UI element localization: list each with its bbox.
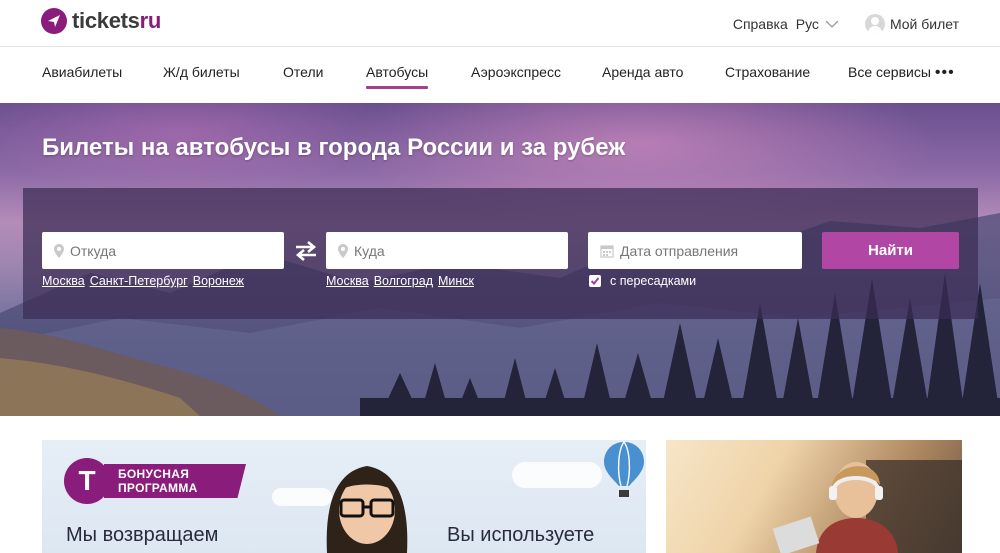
promo-text-right: Вы используете bbox=[447, 524, 595, 546]
checkmark-icon bbox=[590, 277, 600, 285]
date-field[interactable]: Дата отправления bbox=[588, 232, 802, 269]
language-selector[interactable]: Рус bbox=[796, 16, 839, 32]
search-panel: Откуда Куда Дата отправления Найти Москв… bbox=[23, 188, 978, 319]
nav-item-all-services[interactable]: Все сервисы ••• bbox=[848, 64, 955, 82]
top-bar: ticketsru Справка Рус Мой билет bbox=[0, 0, 1000, 47]
logo[interactable]: ticketsru bbox=[41, 8, 161, 34]
location-pin-icon bbox=[54, 243, 64, 258]
chevron-down-icon bbox=[825, 20, 839, 28]
swap-arrows-icon[interactable] bbox=[293, 240, 319, 262]
from-quick-links: Москва Санкт-Петербург Воронеж bbox=[42, 274, 244, 288]
nav-item-flights[interactable]: Авиабилеты bbox=[42, 64, 122, 80]
transfers-label: с пересадками bbox=[610, 274, 697, 288]
to-placeholder: Куда bbox=[354, 242, 385, 259]
cloud-shape bbox=[512, 462, 602, 488]
hero-banner: Билеты на автобусы в города России и за … bbox=[0, 103, 1000, 416]
from-quick-link[interactable]: Санкт-Петербург bbox=[90, 274, 188, 288]
from-quick-link[interactable]: Воронеж bbox=[193, 274, 244, 288]
help-link[interactable]: Справка bbox=[733, 16, 788, 32]
badge-line1: БОНУСНАЯ bbox=[118, 467, 190, 481]
main-nav: Авиабилеты Ж/д билеты Отели Автобусы Аэр… bbox=[0, 48, 1000, 103]
nav-item-aeroexpress[interactable]: Аэроэкспресс bbox=[471, 64, 561, 80]
bonus-program-tag: БОНУСНАЯ ПРОГРАММА bbox=[104, 464, 246, 498]
to-field[interactable]: Куда bbox=[326, 232, 568, 269]
search-button[interactable]: Найти bbox=[822, 232, 959, 269]
bonus-program-badge: БОНУСНАЯ ПРОГРАММА T bbox=[64, 458, 246, 504]
account-link[interactable]: Мой билет bbox=[864, 13, 959, 34]
nav-item-car-rental[interactable]: Аренда авто bbox=[602, 64, 683, 80]
to-quick-link[interactable]: Минск bbox=[438, 274, 474, 288]
to-quick-link[interactable]: Волгоград bbox=[374, 274, 433, 288]
logo-text: ticketsru bbox=[72, 8, 162, 33]
all-services-label: Все сервисы bbox=[848, 64, 931, 80]
promo-text-left: Мы возвращаем bbox=[66, 524, 219, 546]
travel-photo-card[interactable] bbox=[666, 440, 962, 553]
badge-line2: ПРОГРАММА bbox=[118, 481, 198, 495]
transfers-option[interactable]: с пересадками bbox=[589, 274, 696, 288]
from-quick-link[interactable]: Москва bbox=[42, 274, 85, 288]
more-dots-icon: ••• bbox=[934, 64, 955, 81]
bonus-program-banner[interactable]: БОНУСНАЯ ПРОГРАММА T Мы возвращаем Вы исп… bbox=[42, 440, 646, 553]
nav-item-insurance[interactable]: Страхование bbox=[725, 64, 810, 80]
language-label: Рус bbox=[795, 15, 819, 32]
nav-item-trains[interactable]: Ж/д билеты bbox=[163, 64, 240, 80]
page-title: Билеты на автобусы в города России и за … bbox=[42, 134, 626, 161]
logo-plane-icon bbox=[41, 8, 67, 34]
nav-item-hotels[interactable]: Отели bbox=[283, 64, 323, 80]
user-icon bbox=[864, 13, 885, 34]
woman-on-bus-image bbox=[772, 460, 962, 553]
from-field[interactable]: Откуда bbox=[42, 232, 284, 269]
transfers-checkbox[interactable] bbox=[589, 275, 601, 287]
bonus-t-logo: T bbox=[64, 458, 110, 504]
to-quick-link[interactable]: Москва bbox=[326, 274, 369, 288]
date-placeholder: Дата отправления bbox=[620, 242, 739, 259]
location-pin-icon bbox=[338, 243, 348, 258]
hot-air-balloon-icon bbox=[604, 441, 644, 497]
from-placeholder: Откуда bbox=[70, 242, 117, 259]
calendar-icon bbox=[600, 244, 614, 258]
to-quick-links: Москва Волгоград Минск bbox=[326, 274, 474, 288]
woman-with-glasses-image bbox=[326, 466, 408, 553]
nav-item-buses[interactable]: Автобусы bbox=[366, 64, 429, 89]
account-label: Мой билет bbox=[889, 15, 959, 32]
